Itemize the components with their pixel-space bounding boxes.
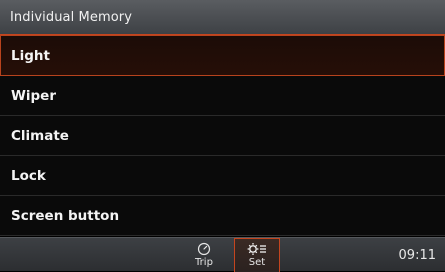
menu-item-wiper[interactable]: Wiper	[0, 76, 445, 116]
tab-trip-label: Trip	[195, 256, 213, 268]
tab-trip[interactable]: Trip	[181, 238, 227, 272]
menu-item-label: Wiper	[11, 87, 56, 104]
menu-item-lock[interactable]: Lock	[0, 156, 445, 196]
menu-item-label: Climate	[11, 127, 69, 144]
page-title: Individual Memory	[10, 9, 133, 25]
speedometer-icon	[197, 242, 211, 256]
menu-item-label: Light	[11, 47, 50, 64]
infotainment-screen: Individual Memory Light Wiper Climate Lo…	[0, 0, 445, 272]
tab-set[interactable]: Set	[234, 238, 280, 272]
settings-list-icon	[247, 242, 267, 256]
menu-item-label: Lock	[11, 167, 46, 184]
tab-set-label: Set	[248, 257, 266, 268]
menu-item-climate[interactable]: Climate	[0, 116, 445, 156]
clock: 09:11	[398, 247, 436, 263]
menu-item-screen-button[interactable]: Screen button	[0, 196, 445, 236]
bottom-bar: Trip Set 09:11	[0, 237, 445, 272]
header-bar: Individual Memory	[0, 0, 445, 34]
settings-menu: Light Wiper Climate Lock Screen button	[0, 35, 445, 236]
menu-item-light[interactable]: Light	[0, 35, 445, 76]
menu-item-label: Screen button	[11, 207, 120, 224]
